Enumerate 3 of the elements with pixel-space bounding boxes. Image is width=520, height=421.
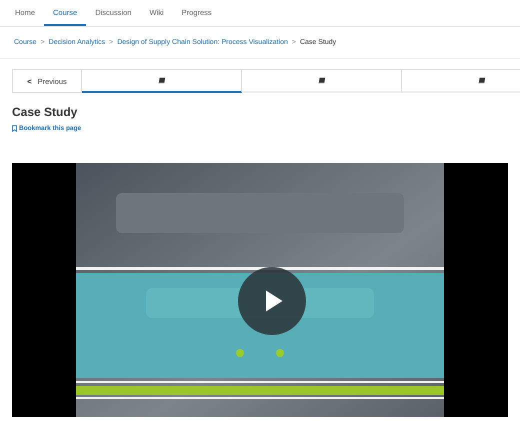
bookmark-icon xyxy=(12,125,17,132)
unit-title: Case Study xyxy=(12,105,78,119)
unit-tab[interactable] xyxy=(82,69,242,93)
